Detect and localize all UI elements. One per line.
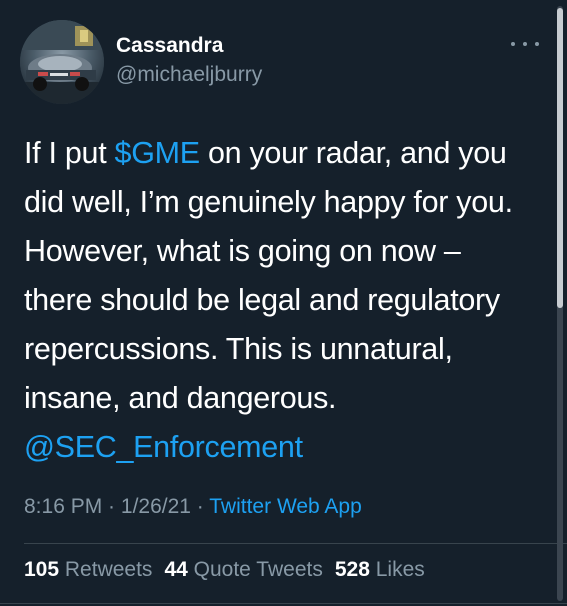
quote-tweets-stat[interactable]: 44 Quote Tweets	[164, 558, 322, 581]
tweet-line: did well, I’m genuinely happy for you.	[24, 185, 513, 219]
cashtag-link[interactable]: $GME	[115, 136, 201, 170]
tweet-line: However, what is going on now –	[24, 234, 461, 268]
tweet-text-segment: If I put	[24, 136, 115, 170]
retweets-label: Retweets	[64, 558, 153, 581]
scrollbar-thumb[interactable]	[557, 8, 563, 308]
author-display-name[interactable]: Cassandra	[116, 34, 223, 58]
tweet-time[interactable]: 8:16 PM	[24, 495, 102, 518]
meta-separator: ·	[102, 495, 121, 518]
dot	[523, 42, 527, 46]
quote-tweets-label: Quote Tweets	[193, 558, 323, 581]
tweet-card: Cassandra @michaeljburry If I put $GME o…	[0, 0, 567, 606]
likes-label: Likes	[375, 558, 425, 581]
dot	[535, 42, 539, 46]
retweets-count: 105	[24, 558, 60, 581]
tweet-source-link[interactable]: Twitter Web App	[209, 495, 362, 518]
likes-count: 528	[334, 558, 370, 581]
quote-tweets-count: 44	[164, 558, 188, 581]
author-handle[interactable]: @michaeljburry	[116, 63, 262, 87]
dot	[511, 42, 515, 46]
tweet-date[interactable]: 1/26/21	[121, 495, 191, 518]
avatar[interactable]	[20, 20, 104, 104]
tweet-stats: 105 Retweets 44 Quote Tweets 528 Likes	[24, 557, 425, 583]
tweet-text-segment: on your radar, and you	[199, 136, 507, 170]
mention-link[interactable]: @SEC_Enforcement	[24, 430, 303, 464]
tweet-line: repercussions. This is unnatural,	[24, 332, 453, 366]
tweet-text: If I put $GME on your radar, and you did…	[24, 129, 548, 472]
divider	[0, 603, 567, 604]
divider	[24, 543, 567, 544]
tweet-meta: 8:16 PM · 1/26/21 · Twitter Web App	[24, 494, 362, 520]
tweet-line: If I put $GME on your radar, and you	[24, 129, 548, 178]
retweets-stat[interactable]: 105 Retweets	[24, 558, 152, 581]
tweet-line: there should be legal and regulatory	[24, 283, 500, 317]
tweet-line: @SEC_Enforcement	[24, 423, 548, 472]
meta-separator: ·	[190, 495, 210, 518]
likes-stat[interactable]: 528 Likes	[335, 558, 425, 581]
tweet-line: insane, and dangerous.	[24, 381, 337, 415]
more-options-icon[interactable]	[511, 36, 539, 52]
